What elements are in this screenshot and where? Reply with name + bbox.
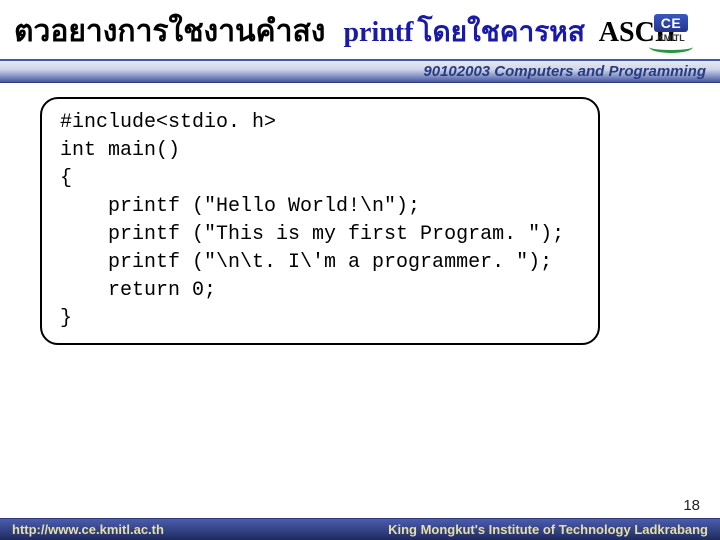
logo-swoosh-icon (649, 41, 693, 53)
code-box: #include<stdio. h> int main() { printf (… (40, 97, 600, 345)
page-number: 18 (683, 497, 700, 514)
header-band: 90102003 Computers and Programming (0, 59, 720, 83)
footer-url: http://www.ce.kmitl.ac.th (12, 522, 164, 537)
footer-band: http://www.ce.kmitl.ac.th King Mongkut's… (0, 518, 720, 540)
title-thai-suffix: โดยใชคารหส (417, 17, 584, 48)
title-printf: printf (343, 17, 413, 48)
logo-top: CE KMITL (632, 10, 710, 56)
logo-ce-badge: CE (654, 14, 688, 32)
title-thai-prefix: ตวอยางการใชงานคำสง (14, 8, 325, 55)
slide-title-row: ตวอยางการใชงานคำสง printf โดยใชคารหส ASC… (0, 0, 720, 59)
title-main: printf โดยใชคารหส ASCII (343, 10, 676, 54)
course-text: 90102003 Computers and Programming (423, 63, 706, 80)
code-content: #include<stdio. h> int main() { printf (… (60, 109, 580, 333)
footer-institute: King Mongkut's Institute of Technology L… (388, 522, 708, 537)
